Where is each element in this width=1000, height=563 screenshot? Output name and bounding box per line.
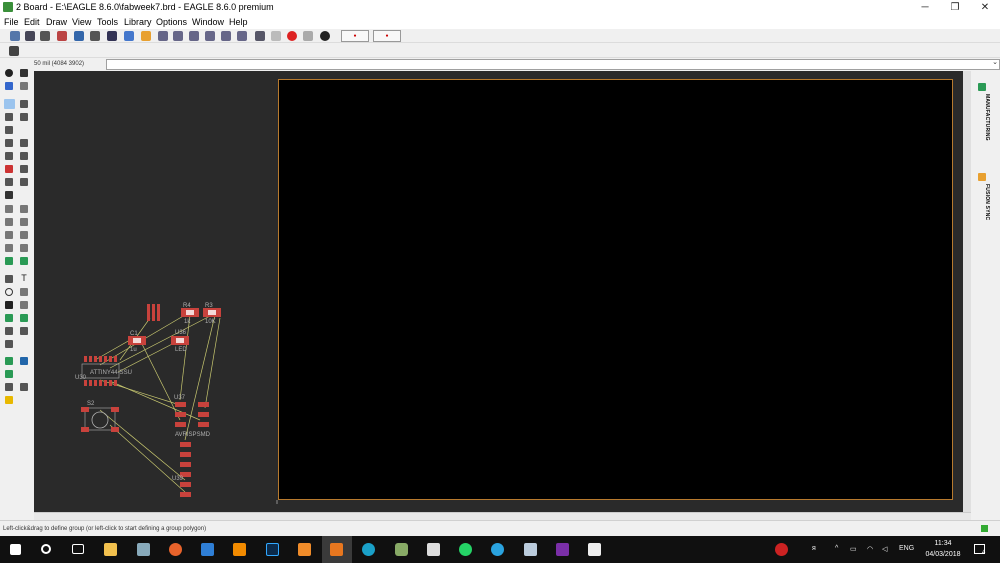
label-r4-value: 1k [184, 319, 191, 325]
vertical-scrollbar[interactable] [963, 71, 971, 512]
fusion-icon[interactable] [298, 543, 311, 556]
status-bar: Left-click&drag to define group (or left… [0, 520, 1000, 536]
label-u39: U39 [172, 476, 184, 482]
label-avrispsmd: AVRISPSMD [175, 432, 211, 438]
tab-fusion-sync[interactable]: FUSION SYNC [976, 184, 990, 244]
language-indicator[interactable]: ENG [899, 545, 914, 552]
app-icon-3[interactable] [524, 543, 537, 556]
tray-app-icon[interactable] [775, 543, 788, 556]
airwire [117, 339, 181, 373]
airwire [109, 314, 213, 369]
switch-s2[interactable] [81, 407, 119, 432]
whatsapp-icon[interactable] [459, 543, 472, 556]
resistor-r3[interactable] [203, 308, 221, 317]
right-side-panel: MANUFACTURING FUSION SYNC [971, 71, 1000, 520]
store-icon[interactable] [201, 543, 214, 556]
resistor-r4[interactable] [181, 308, 199, 317]
start-icon[interactable] [10, 544, 21, 555]
header-avrispsmd[interactable] [175, 402, 209, 427]
app-icon-2[interactable] [395, 543, 408, 556]
tab-manufacturing[interactable]: MANUFACTURING [976, 94, 990, 174]
status-ok-icon [981, 525, 988, 532]
label-u30: U30 [75, 375, 87, 381]
status-message: Left-click&drag to define group (or left… [3, 526, 207, 532]
label-r3-value: 10K [205, 319, 216, 325]
label-u37: U37 [174, 395, 186, 401]
horizontal-scrollbar[interactable] [34, 512, 971, 520]
airwire [99, 409, 186, 481]
battery-icon[interactable]: ▭ [850, 545, 857, 553]
notification-count: 4 [982, 550, 986, 556]
label-s2: S2 [87, 401, 95, 407]
calculator-icon[interactable] [427, 543, 440, 556]
label-r3: R3 [205, 303, 213, 309]
fusion-sync-icon[interactable] [978, 173, 986, 181]
label-led: LED [175, 347, 187, 353]
search-icon[interactable] [41, 544, 51, 554]
label-c1: C1 [130, 331, 138, 337]
label-c1-value: 1u [130, 347, 137, 353]
app-icon[interactable] [137, 543, 150, 556]
task-view-icon[interactable] [72, 544, 84, 554]
clock-time[interactable]: 11:34 [928, 540, 958, 547]
clock-date[interactable]: 04/03/2018 [918, 551, 968, 558]
airwire [179, 314, 191, 401]
airwire [111, 381, 201, 421]
cura-icon[interactable] [362, 543, 375, 556]
photos-icon[interactable] [588, 543, 601, 556]
label-r4: R4 [183, 303, 191, 309]
airwire [184, 314, 216, 441]
photoshop-icon[interactable] [266, 543, 279, 556]
wifi-icon[interactable]: ◠ [867, 545, 873, 553]
chevron-up-icon[interactable]: ^ [835, 545, 838, 552]
airwire [139, 339, 181, 421]
volume-icon[interactable]: ◁ [882, 545, 887, 553]
led-u36[interactable] [171, 336, 189, 345]
file-explorer-icon[interactable] [104, 543, 117, 556]
people-icon[interactable]: ᴙ [812, 545, 816, 552]
label-u36: U36 [175, 330, 187, 336]
label-attiny44: ATTINY44-SSU [90, 370, 132, 376]
board-drawing: R4 R3 1k 10K C1 1u U36 LED U30 ATTINY44-… [75, 303, 278, 504]
firefox-icon[interactable] [169, 543, 182, 556]
manufacturing-icon[interactable] [978, 83, 986, 91]
component-labels: R4 R3 1k 10K C1 1u U36 LED U30 ATTINY44-… [75, 303, 216, 482]
telegram-icon[interactable] [491, 543, 504, 556]
airwire [204, 317, 221, 409]
capacitor-c1[interactable] [128, 336, 146, 345]
capacitor-top[interactable] [147, 304, 160, 321]
onenote-icon[interactable] [556, 543, 569, 556]
vlc-icon[interactable] [233, 543, 246, 556]
taskbar: ᴙ ^ ▭ ◠ ◁ ENG 11:34 04/03/2018 4 [0, 536, 1000, 563]
eagle-icon[interactable] [330, 543, 343, 556]
